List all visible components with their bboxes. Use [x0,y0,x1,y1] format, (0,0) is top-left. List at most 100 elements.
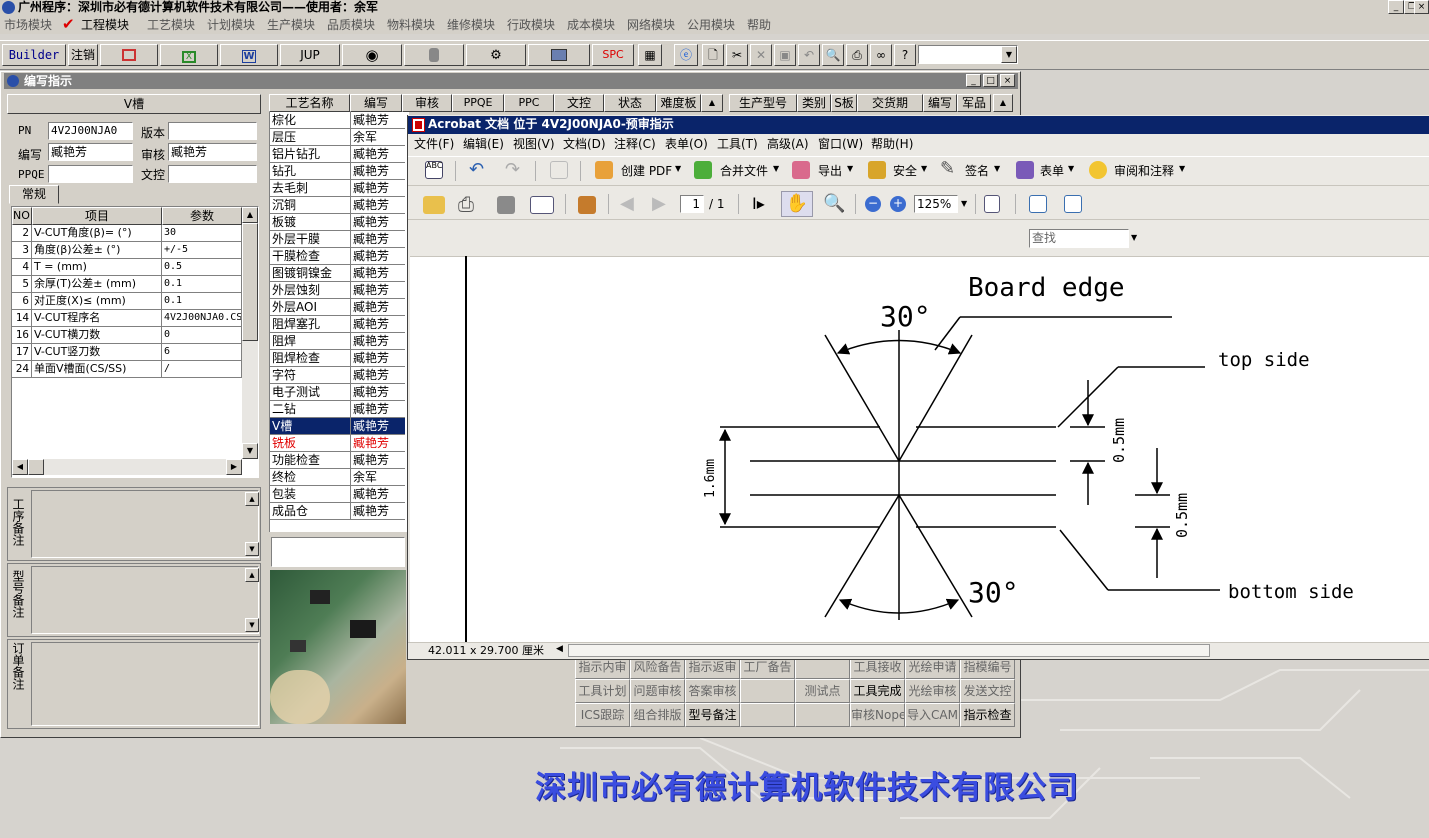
param-hscroll[interactable]: ◀ ▶ [12,459,242,475]
col-process-name[interactable]: 工艺名称 [269,94,350,112]
cell-param[interactable]: / [162,361,242,378]
table-row[interactable]: 钻孔 臧艳芳 [270,163,406,180]
ac-menu-view[interactable]: 视图(V) [513,136,555,152]
table-row[interactable]: 去毛刺 臧艳芳 [270,180,406,197]
chevron-down-icon[interactable]: ▼ [1179,164,1185,173]
grid-button[interactable]: 答案审核 [685,679,740,703]
table-row[interactable]: 外层蚀刻 臧艳芳 [270,282,406,299]
word-button[interactable]: W [220,44,278,66]
grid-button[interactable]: 发送文控 [960,679,1015,703]
process-search-field[interactable] [271,537,405,567]
grid-button[interactable]: 导入CAM [905,703,960,727]
table-row[interactable]: 外层干膜 臧艳芳 [270,231,406,248]
menu-public[interactable]: 公用模块 [687,17,735,33]
printer-icon[interactable]: ⎙ [458,192,474,216]
preview-button[interactable]: 🔍 [822,44,844,66]
menu-cost[interactable]: 成本模块 [567,17,615,33]
chevron-down-icon[interactable]: ▼ [961,199,967,208]
calc-button[interactable]: ▦ [638,44,662,66]
ac-menu-window[interactable]: 窗口(W) [818,136,863,152]
menu-quality[interactable]: 品质模块 [327,17,375,33]
chevron-down-icon[interactable]: ▼ [1001,46,1017,63]
chevron-down-icon[interactable]: ▼ [847,164,853,173]
cell-param[interactable]: +/-5 [162,242,242,259]
table-row[interactable]: 16 V-CUT横刀数 0 [12,327,242,344]
grid-button[interactable]: 工具计划 [575,679,630,703]
scroll-up-icon[interactable]: ▲ [245,492,259,506]
ac-menu-advanced[interactable]: 高级(A) [767,136,809,152]
spc-button[interactable]: SPC [592,44,634,66]
scroll-down-icon[interactable]: ▼ [245,618,259,632]
grid-button[interactable]: 组合排版 [630,703,685,727]
single-page-icon[interactable] [984,195,1000,213]
chevron-down-icon[interactable]: ▼ [1068,164,1074,173]
table-row[interactable]: 图镀铜镍金 臧艳芳 [270,265,406,282]
view-button[interactable]: ◉ [342,44,402,66]
col-status[interactable]: 状态 [604,94,656,112]
scroll-thumb[interactable] [242,223,258,341]
zoom-in-icon[interactable]: + [890,196,906,212]
minimize-button[interactable]: _ [1388,0,1404,14]
scroll-down-icon[interactable]: ▼ [245,542,259,556]
table-row[interactable]: 6 对正度(X)≤ (mm) 0.1 [12,293,242,310]
fit-page-icon[interactable] [1064,195,1082,213]
grid-button[interactable]: 问题审核 [630,679,685,703]
cell-param[interactable]: 0 [162,327,242,344]
cut-button[interactable]: ✂ [726,44,748,66]
grid-button[interactable]: 光绘审核 [905,679,960,703]
table-row[interactable]: 24 单面V槽面(CS/SS) / [12,361,242,378]
col-doc-control[interactable]: 文控 [554,94,604,112]
menu-network[interactable]: 网络模块 [627,17,675,33]
note-model-field[interactable] [31,566,259,634]
cell-param[interactable]: 30 [162,225,242,242]
jup-button[interactable]: JUP [280,44,340,66]
grid-button[interactable]: 指示检查 [960,703,1015,727]
email-icon[interactable] [530,196,554,214]
ac-menu-forms[interactable]: 表单(O) [665,136,708,152]
menu-admin[interactable]: 行政模块 [507,17,555,33]
table-row[interactable]: 铝片钻孔 臧艳芳 [270,146,406,163]
menu-process[interactable]: 工艺模块 [147,17,195,33]
hscroll-track[interactable] [568,644,1210,657]
cell-param[interactable]: 4V2J00NJA0.CS [162,310,242,327]
table-row[interactable]: 4T = (mm) 0.5 [12,259,242,276]
child-close-button[interactable]: × [1000,74,1015,87]
security-button[interactable]: 安全 [893,163,917,179]
scroll-left-icon[interactable]: ◀ [556,644,563,654]
ie-button[interactable]: ⓔ [674,44,698,66]
child-maximize-button[interactable]: □ [983,74,998,87]
menu-production[interactable]: 生产模块 [267,17,315,33]
properties-icon[interactable] [578,196,596,214]
table-row[interactable]: 5 余厚(T)公差± (mm) 0.1 [12,276,242,293]
col-ppqe[interactable]: PPQE [452,94,504,112]
open-folder-icon[interactable] [423,196,445,214]
chevron-down-icon[interactable]: ▼ [994,164,1000,173]
sign-button[interactable]: 签名 [965,163,989,179]
save-icon[interactable] [497,196,515,214]
zoom-level-input[interactable]: 125% [914,195,958,213]
note-process-field[interactable] [31,490,259,558]
pn-field[interactable]: 4V2J00NJA0 [48,122,133,140]
table-row[interactable]: 14 V-CUT程序名 4V2J00NJA0.CS [12,310,242,327]
excel-button[interactable]: X [160,44,218,66]
ac-menu-file[interactable]: 文件(F) [414,136,454,152]
page-number-input[interactable]: 1 [680,195,704,213]
spellcheck-icon[interactable]: ABC [425,161,443,179]
col-r-writer[interactable]: 编写 [923,94,957,112]
table-row[interactable]: 包装 臧艳芳 [270,486,406,503]
scroll-up-icon[interactable]: ▲ [993,94,1013,112]
cell-param[interactable]: 6 [162,344,242,361]
col-s-board[interactable]: S板 [831,94,857,112]
save-button[interactable]: ▣ [774,44,796,66]
table-row[interactable]: 成品仓 臧艳芳 [270,503,406,520]
close-button[interactable]: × [1414,0,1429,14]
scroll-down-icon[interactable]: ▼ [242,443,258,459]
col-item[interactable]: 项目 [32,207,162,225]
table-row[interactable]: 电子测试 臧艳芳 [270,384,406,401]
help-button[interactable]: ? [894,44,916,66]
table-row[interactable]: 字符 臧艳芳 [270,367,406,384]
table-row[interactable]: 阻焊塞孔 臧艳芳 [270,316,406,333]
col-model[interactable]: 生产型号 [729,94,797,112]
menu-help[interactable]: 帮助 [747,17,771,33]
review-field[interactable]: 臧艳芳 [168,143,257,161]
